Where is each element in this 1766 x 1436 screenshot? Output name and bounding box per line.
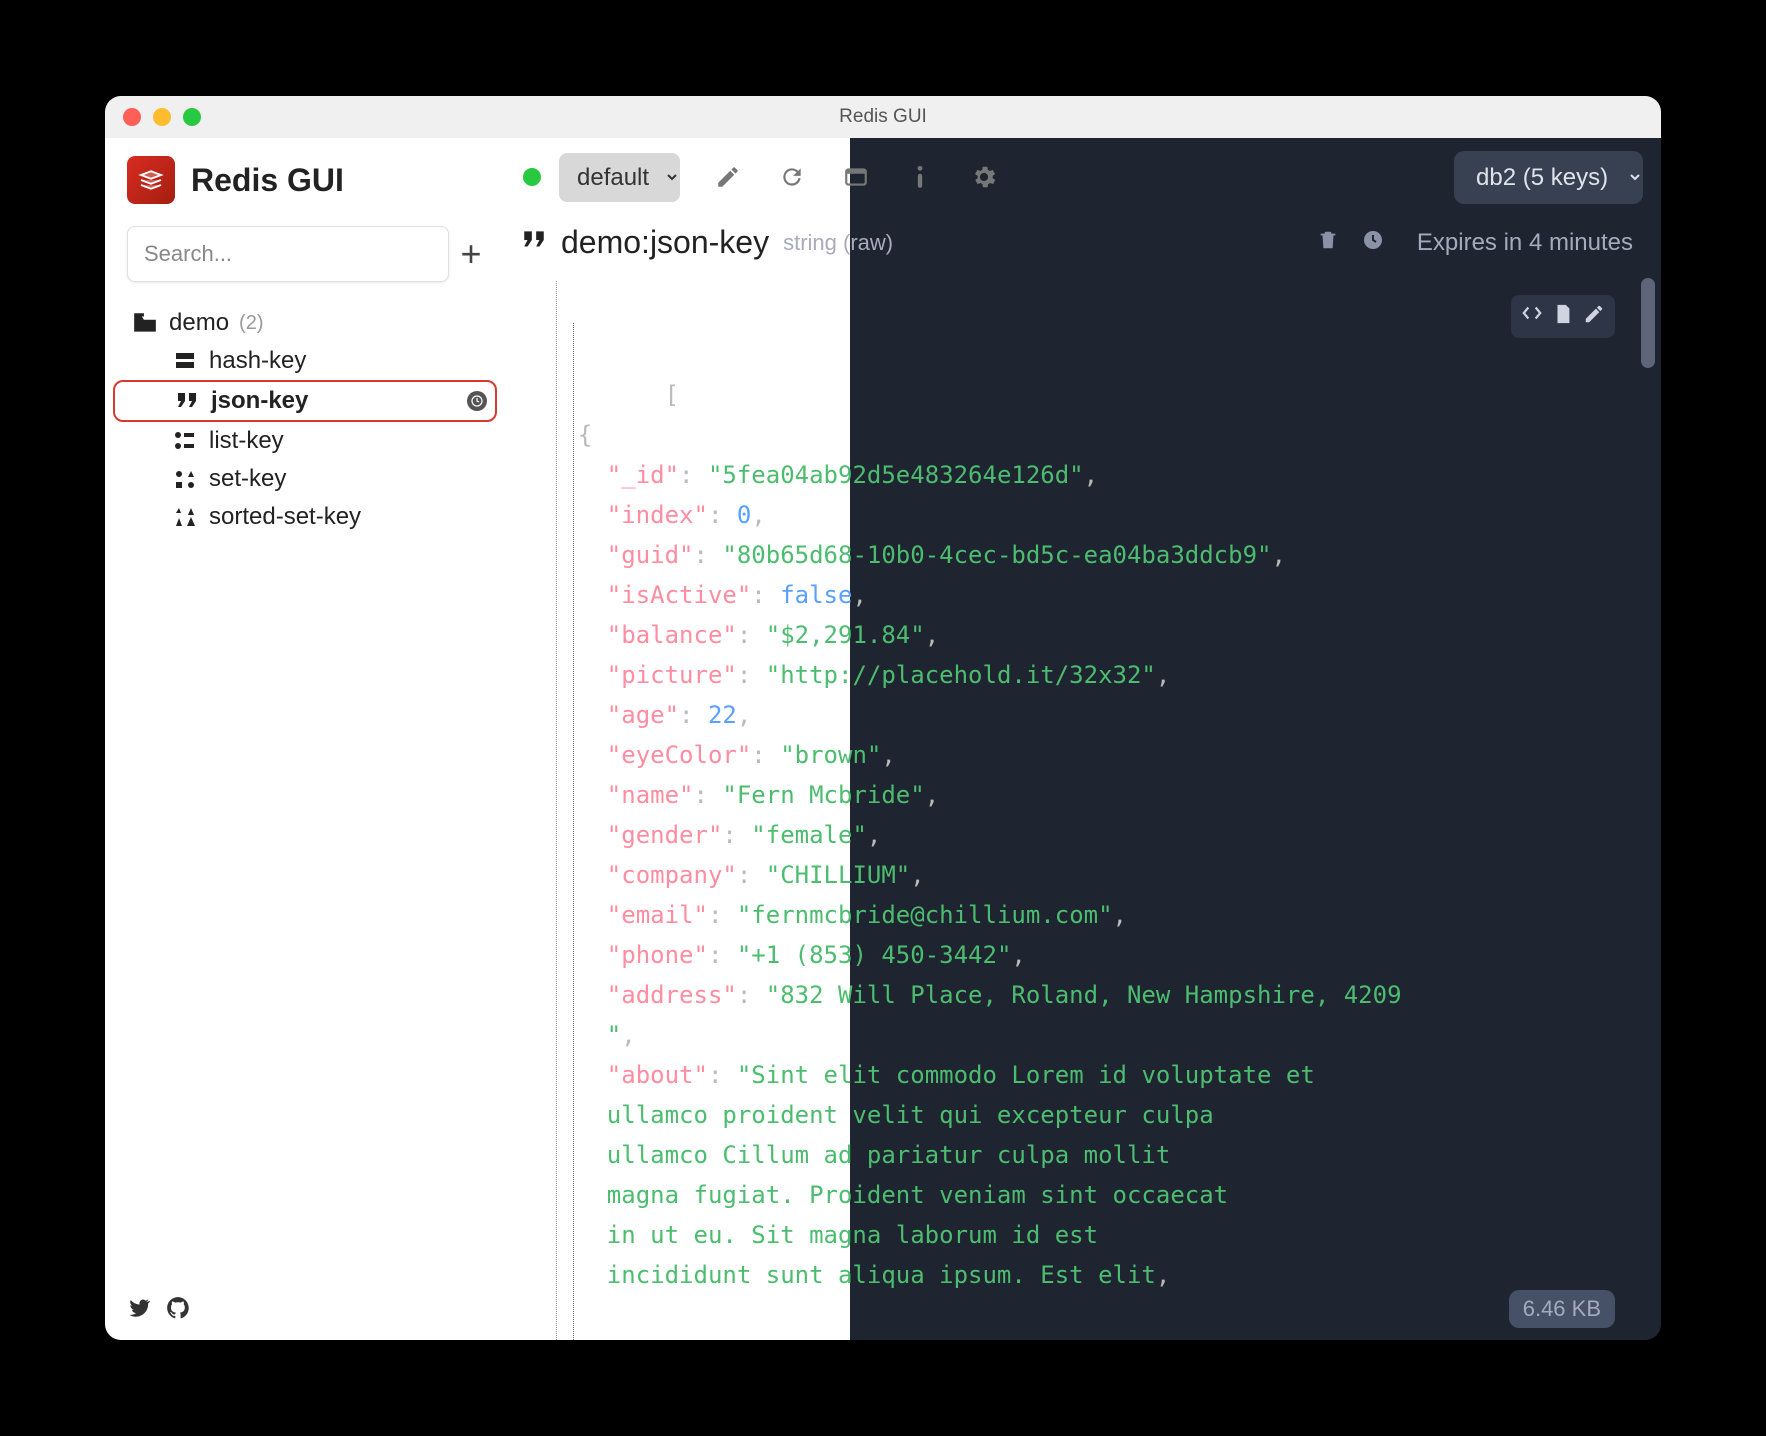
key-type: string (raw)	[783, 230, 893, 256]
clock-icon	[467, 391, 487, 411]
info-icon[interactable]	[904, 161, 936, 193]
tree-key-sorted-set[interactable]: sorted-set-key	[113, 498, 497, 536]
folder-icon	[131, 312, 159, 334]
json-viewer[interactable]: [ { "_id": "5fea04ab92d5e483264e126d", "…	[533, 281, 1633, 1340]
app-brand: Redis GUI	[105, 138, 505, 222]
tree-folder-demo[interactable]: demo (2)	[113, 304, 497, 342]
console-icon[interactable]	[840, 161, 872, 193]
sorted-set-icon	[171, 506, 199, 528]
search-row: +	[105, 222, 505, 296]
add-key-button[interactable]: +	[459, 234, 483, 274]
edit-icon[interactable]	[1583, 303, 1605, 330]
github-icon[interactable]	[165, 1295, 191, 1326]
tree-key-list[interactable]: list-key	[113, 422, 497, 460]
twitter-icon[interactable]	[125, 1295, 151, 1326]
json-panel: 6.46 KB [ { "_id": "5fea04ab92d5e483264e…	[533, 281, 1633, 1340]
clock-icon[interactable]	[1361, 228, 1385, 257]
app-content: Redis GUI + demo (2) hash-k	[105, 138, 1661, 1340]
expires-text: Expires in 4 minutes	[1417, 229, 1633, 257]
redis-logo-icon	[127, 156, 175, 204]
sidebar: Redis GUI + demo (2) hash-k	[105, 138, 505, 1340]
folder-count: (2)	[239, 312, 263, 335]
window-title: Redis GUI	[839, 106, 927, 128]
main-panel: default db2 (5 key	[505, 138, 1661, 1340]
quote-icon	[173, 391, 201, 411]
connection-status-icon	[523, 168, 541, 186]
key-label: sorted-set-key	[209, 503, 361, 531]
tree-key-json[interactable]: json-key	[113, 380, 497, 422]
folder-name: demo	[169, 309, 229, 337]
code-icon[interactable]	[1521, 303, 1543, 330]
key-name: demo:json-key	[561, 224, 769, 261]
key-label: set-key	[209, 465, 286, 493]
close-button[interactable]	[123, 108, 141, 126]
window-controls	[123, 108, 201, 126]
app-name: Redis GUI	[191, 162, 344, 199]
key-label: list-key	[209, 427, 284, 455]
maximize-button[interactable]	[183, 108, 201, 126]
edit-icon[interactable]	[712, 161, 744, 193]
main-toolbar: default db2 (5 key	[505, 138, 1661, 216]
delete-icon[interactable]	[1317, 228, 1339, 257]
quote-icon	[521, 227, 547, 258]
app-window: Redis GUI Redis GUI + demo (2)	[105, 96, 1661, 1340]
json-toolbar	[1511, 295, 1615, 338]
json-size-badge: 6.46 KB	[1509, 1290, 1615, 1328]
refresh-icon[interactable]	[776, 161, 808, 193]
titlebar: Redis GUI	[105, 96, 1661, 138]
sidebar-footer	[105, 1281, 505, 1340]
key-tree: demo (2) hash-key json-key	[105, 296, 505, 1281]
tree-key-hash[interactable]: hash-key	[113, 342, 497, 380]
server-select[interactable]: default	[559, 153, 680, 202]
copy-icon[interactable]	[1553, 303, 1573, 330]
list-icon	[171, 430, 199, 452]
tree-key-set[interactable]: set-key	[113, 460, 497, 498]
key-header: demo:json-key string (raw) Expires in 4 …	[505, 216, 1661, 281]
set-icon	[171, 468, 199, 490]
key-label: json-key	[211, 387, 308, 415]
search-input[interactable]	[127, 226, 449, 282]
minimize-button[interactable]	[153, 108, 171, 126]
hash-icon	[171, 350, 199, 372]
scrollbar-thumb[interactable]	[1641, 278, 1655, 368]
database-select[interactable]: db2 (5 keys)	[1454, 151, 1643, 204]
key-label: hash-key	[209, 347, 306, 375]
settings-icon[interactable]	[968, 161, 1000, 193]
